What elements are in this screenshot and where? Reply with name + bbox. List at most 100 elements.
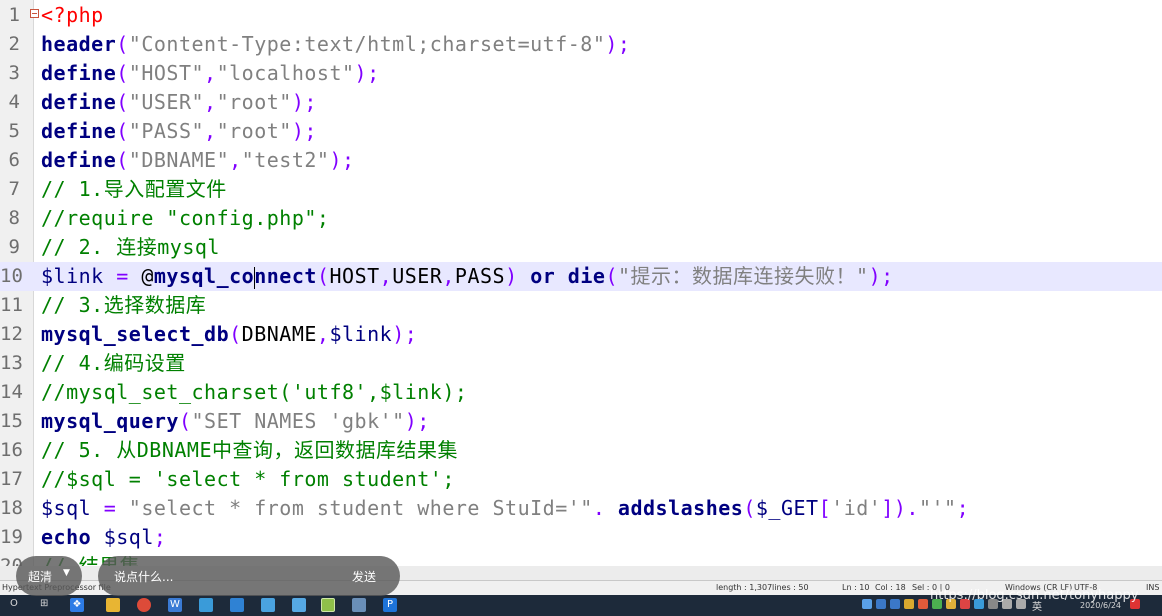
code-line[interactable]: 17 //$sql = 'select * from student'; bbox=[0, 465, 1162, 494]
code-line[interactable]: 6 define("DBNAME","test2"); bbox=[0, 146, 1162, 175]
code-line[interactable]: 11 // 3.选择数据库 bbox=[0, 291, 1162, 320]
code-line[interactable]: 2 header("Content-Type:text/html;charset=… bbox=[0, 30, 1162, 59]
tray-icon-5[interactable] bbox=[918, 599, 928, 609]
code-line[interactable]: 5 define("PASS","root"); bbox=[0, 117, 1162, 146]
code-line[interactable]: 7 // 1.导入配置文件 bbox=[0, 175, 1162, 204]
code-line[interactable]: 10 $link = @mysql_connect(HOST,USER,PASS)… bbox=[0, 262, 1162, 291]
code-token: $link bbox=[41, 264, 104, 288]
app-icon-1[interactable] bbox=[199, 598, 213, 612]
code-line[interactable]: 12 mysql_select_db(DBNAME,$link); bbox=[0, 320, 1162, 349]
code-token: //require "config.php"; bbox=[41, 206, 330, 230]
code-token: ); bbox=[329, 148, 355, 172]
app-icon-4[interactable] bbox=[292, 598, 306, 612]
code-token: // 3.选择数据库 bbox=[41, 293, 207, 317]
code-token: ); bbox=[392, 322, 418, 346]
code-token: ); bbox=[605, 32, 631, 56]
code-token: define bbox=[41, 119, 117, 143]
code-text[interactable]: mysql_select_db(DBNAME,$link); bbox=[41, 320, 417, 349]
app-icon-3[interactable] bbox=[261, 598, 275, 612]
code-token: ); bbox=[291, 90, 317, 114]
code-line[interactable]: 9 // 2. 连接mysql bbox=[0, 233, 1162, 262]
windows-logo-icon[interactable]: ❖ bbox=[70, 598, 84, 612]
code-token: "PASS" bbox=[128, 119, 205, 143]
code-token: "HOST" bbox=[128, 61, 205, 85]
code-token: header bbox=[41, 32, 117, 56]
code-line[interactable]: 4 define("USER","root"); bbox=[0, 88, 1162, 117]
line-number: 4 bbox=[8, 91, 20, 113]
code-editor[interactable]: 1 <?php 2 header("Content-Type:text/html;ch… bbox=[0, 0, 1162, 580]
code-text[interactable]: // 1.导入配置文件 bbox=[41, 175, 227, 204]
code-text[interactable]: define("PASS","root"); bbox=[41, 117, 317, 146]
app-icon-5[interactable] bbox=[352, 598, 366, 612]
code-text[interactable]: // 5. 从DBNAME中查询，返回数据库结果集 bbox=[41, 436, 458, 465]
video-quality-selector[interactable]: 超清 ▼ bbox=[16, 556, 82, 596]
code-line[interactable]: 15 mysql_query("SET NAMES 'gbk'"); bbox=[0, 407, 1162, 436]
comment-input[interactable]: 说点什么... bbox=[114, 568, 173, 585]
code-text[interactable]: define("DBNAME","test2"); bbox=[41, 146, 355, 175]
code-text[interactable]: $link = @mysql_connect(HOST,USER,PASS) o… bbox=[41, 262, 894, 291]
line-number: 19 bbox=[0, 526, 23, 548]
line-number: 18 bbox=[0, 497, 23, 519]
code-text[interactable]: echo $sql; bbox=[41, 523, 166, 552]
code-token: . bbox=[592, 496, 618, 520]
line-number: 10 bbox=[0, 265, 23, 287]
code-text[interactable]: header("Content-Type:text/html;charset=u… bbox=[41, 30, 630, 59]
danmaku-comment-bar[interactable]: 说点什么... 发送 bbox=[98, 556, 400, 596]
code-token: , bbox=[229, 148, 242, 172]
code-text[interactable]: //mysql_set_charset('utf8',$link); bbox=[41, 378, 467, 407]
code-token: mysql_select_db bbox=[41, 322, 230, 346]
file-explorer-icon[interactable] bbox=[106, 598, 120, 612]
code-text[interactable]: // 2. 连接mysql bbox=[41, 233, 220, 262]
tray-icon-4[interactable] bbox=[904, 599, 914, 609]
fold-toggle-icon[interactable] bbox=[30, 9, 39, 18]
code-token: // 4.编码设置 bbox=[41, 351, 186, 375]
task-view-icon[interactable]: ⊞ bbox=[40, 598, 48, 609]
code-token: @ bbox=[141, 264, 154, 288]
notepad-plus-plus-icon[interactable] bbox=[321, 598, 335, 612]
code-text[interactable]: mysql_query("SET NAMES 'gbk'"); bbox=[41, 407, 430, 436]
status-lines: lines : 50 bbox=[772, 583, 809, 592]
chrome-icon[interactable] bbox=[137, 598, 151, 612]
tray-icon-3[interactable] bbox=[890, 599, 900, 609]
code-token: //$sql = 'select * from student'; bbox=[41, 467, 455, 491]
code-line[interactable]: 19 echo $sql; bbox=[0, 523, 1162, 552]
code-token: ( bbox=[178, 409, 192, 433]
tray-icon-1[interactable] bbox=[862, 599, 872, 609]
code-line[interactable]: 14 //mysql_set_charset('utf8',$link); bbox=[0, 378, 1162, 407]
code-line[interactable]: 3 define("HOST","localhost"); bbox=[0, 59, 1162, 88]
code-text[interactable]: //require "config.php"; bbox=[41, 204, 329, 233]
line-number: 11 bbox=[0, 294, 23, 316]
code-line[interactable]: 13 // 4.编码设置 bbox=[0, 349, 1162, 378]
status-ln: Ln : 10 bbox=[842, 583, 870, 592]
code-text[interactable]: //$sql = 'select * from student'; bbox=[41, 465, 455, 494]
code-text[interactable]: // 4.编码设置 bbox=[41, 349, 186, 378]
word-icon[interactable]: W bbox=[168, 598, 182, 612]
code-token: ( bbox=[116, 32, 129, 56]
code-text[interactable]: // 3.选择数据库 bbox=[41, 291, 206, 320]
status-ins: INS bbox=[1146, 583, 1160, 592]
line-number: 17 bbox=[0, 468, 23, 490]
code-token: "select * from student where StuId='" bbox=[128, 496, 593, 520]
line-number: 15 bbox=[0, 410, 23, 432]
search-icon[interactable]: O bbox=[10, 598, 18, 609]
code-line[interactable]: 8 //require "config.php"; bbox=[0, 204, 1162, 233]
code-line[interactable]: 1 <?php bbox=[0, 1, 1162, 30]
code-token: //mysql_set_charset('utf8',$link); bbox=[41, 380, 468, 404]
code-line[interactable]: 16 // 5. 从DBNAME中查询，返回数据库结果集 bbox=[0, 436, 1162, 465]
code-token: // 5. 从DBNAME中查询，返回数据库结果集 bbox=[41, 438, 458, 462]
send-button[interactable]: 发送 bbox=[352, 568, 376, 585]
code-text[interactable]: define("USER","root"); bbox=[41, 88, 317, 117]
line-number: 7 bbox=[8, 178, 20, 200]
code-token: = bbox=[103, 264, 142, 288]
code-text[interactable]: define("HOST","localhost"); bbox=[41, 59, 380, 88]
code-text[interactable]: $sql = "select * from student where StuI… bbox=[41, 494, 969, 523]
code-token: , bbox=[204, 61, 217, 85]
code-text[interactable]: <?php bbox=[41, 1, 104, 30]
app-icon-p[interactable]: P bbox=[383, 598, 397, 612]
code-token: define bbox=[41, 61, 117, 85]
code-token: ); bbox=[868, 264, 894, 288]
code-line[interactable]: 18 $sql = "select * from student where St… bbox=[0, 494, 1162, 523]
line-number: 12 bbox=[0, 323, 23, 345]
tray-icon-2[interactable] bbox=[876, 599, 886, 609]
app-icon-2[interactable] bbox=[230, 598, 244, 612]
